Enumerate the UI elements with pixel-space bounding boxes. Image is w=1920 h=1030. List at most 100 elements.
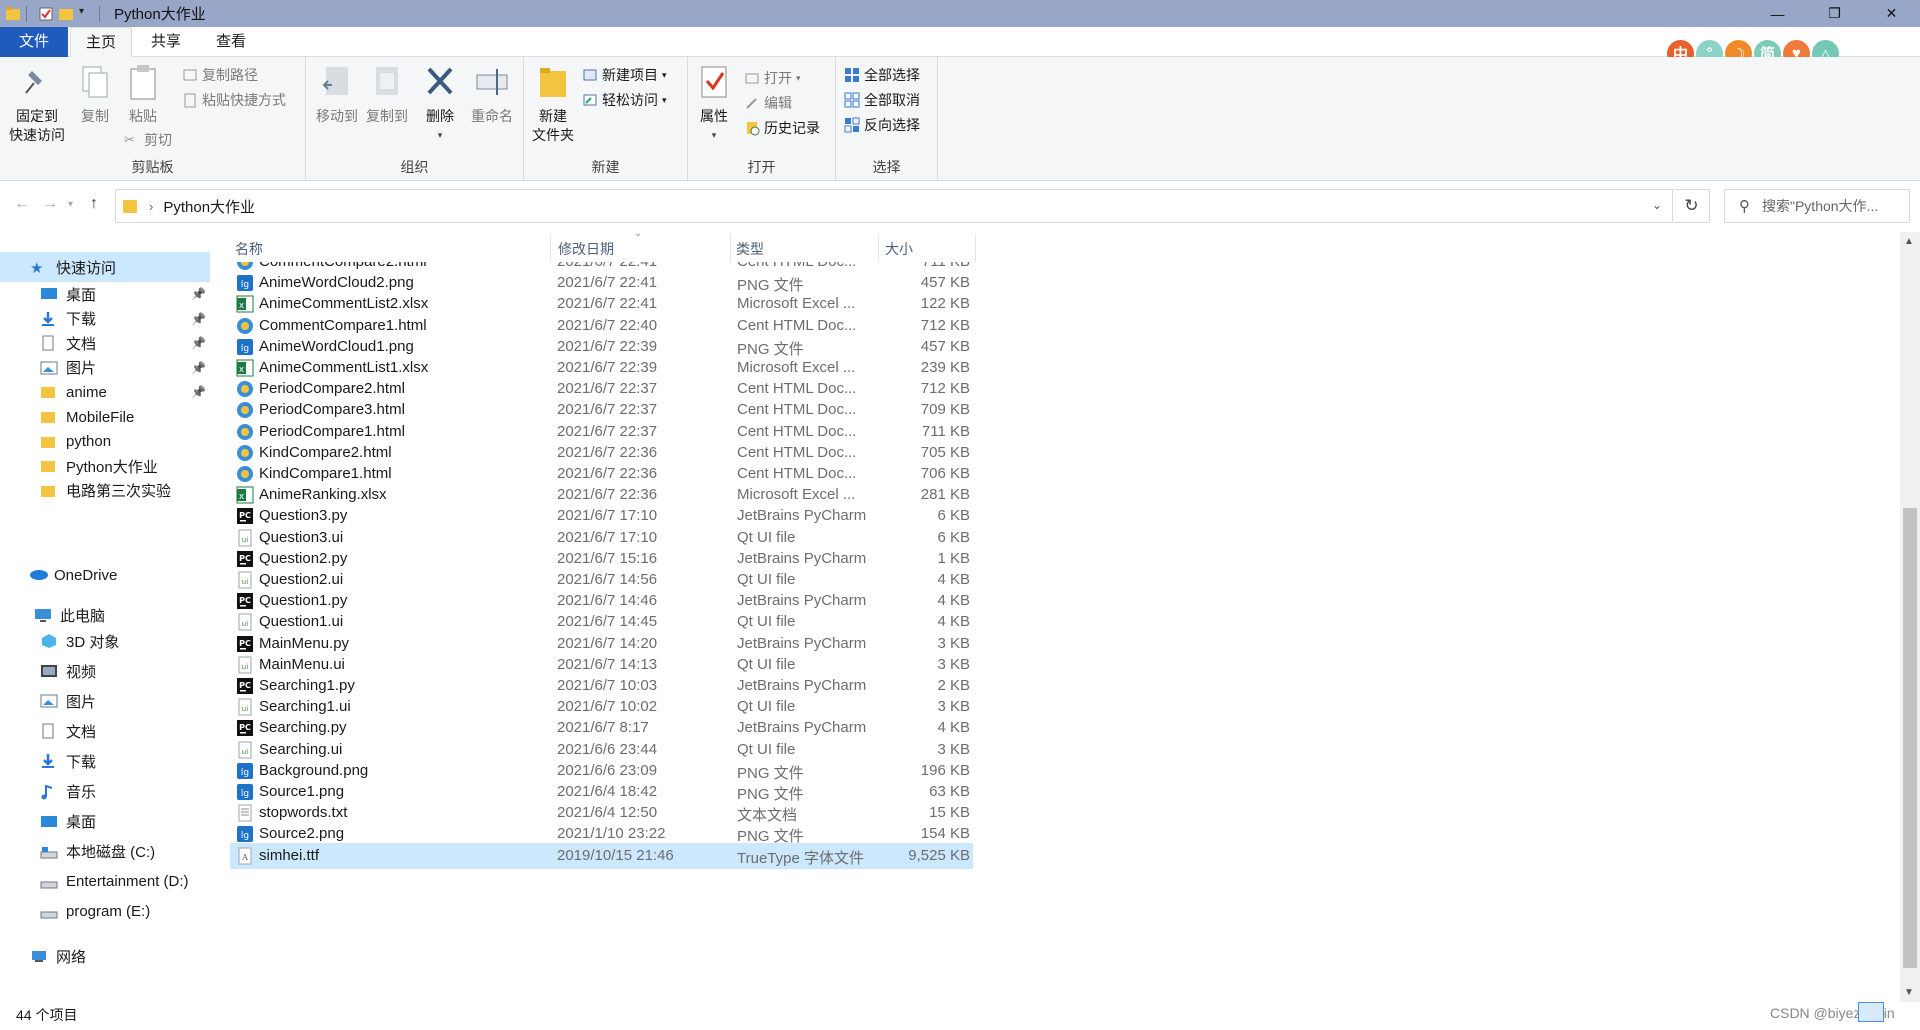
pin-icon[interactable]: 📌 [191,336,206,350]
column-name[interactable]: 名称 [235,239,263,259]
forward-icon[interactable]: → [42,195,58,213]
html-file-icon [236,380,254,398]
vertical-scrollbar[interactable]: ▲ ▼ [1900,232,1920,1002]
nav-item-videos[interactable]: 视频 [0,656,210,686]
invert-selection-button[interactable]: 反向选择 [844,114,920,136]
nav-onedrive[interactable]: OneDrive [0,560,210,590]
new-folder-button[interactable]: 新建 文件夹 [530,63,576,145]
properties-icon [697,63,731,101]
pin-icon[interactable]: 📌 [191,287,206,301]
paste-button[interactable]: 粘贴 [122,63,164,126]
file-date: 2021/6/7 22:41 [557,262,657,270]
close-button[interactable]: ✕ [1863,0,1920,27]
copy-path-button[interactable]: 复制路径 [182,64,258,86]
file-name: Source1.png [259,783,345,800]
file-date: 2021/6/7 22:37 [557,401,658,419]
new-item-button[interactable]: 新建项目 ▾ [582,64,667,86]
properties-dropdown-icon[interactable]: ▾ [694,126,734,145]
html-file-icon [236,317,254,335]
edit-button[interactable]: 编辑 [744,92,792,114]
column-divider[interactable] [730,234,731,262]
nav-item-documents[interactable]: 文档 [0,716,210,746]
select-none-label: 全部取消 [864,92,920,108]
delete-dropdown-icon[interactable]: ▾ [420,126,460,145]
nav-item-pictures[interactable]: 图片 [0,686,210,716]
nav-item-program-e[interactable]: program (E:) [0,897,210,927]
customize-quick-access-icon[interactable]: ▾ [79,6,93,22]
file-name: AnimeRanking.xlsx [259,486,387,504]
scissors-icon: ✂ [124,132,135,147]
pin-icon[interactable]: 📌 [191,312,206,326]
file-name: AnimeCommentList1.xlsx [259,359,429,376]
open-button[interactable]: 打开 ▾ [744,67,801,89]
delete-icon [423,63,457,101]
new-folder-icon[interactable] [59,6,73,22]
pin-icon [20,63,54,101]
drive-icon [40,874,58,890]
pin-to-quick-access-button[interactable]: 固定到 快速访问 [6,63,68,145]
copy-button[interactable]: 复制 [74,63,116,126]
refresh-button[interactable]: ↻ [1674,189,1710,223]
nav-item-desktop[interactable]: 桌面 [0,807,210,837]
column-type[interactable]: 类型 [736,239,764,259]
delete-button[interactable]: 删除 ▾ [420,63,460,145]
music-icon [40,784,58,800]
column-divider[interactable] [878,234,879,262]
nav-item-downloads[interactable]: 下载 [0,746,210,776]
easy-access-button[interactable]: 轻松访问 ▾ [582,89,667,111]
file-size: 706 KB [920,465,970,482]
nav-label: anime [66,383,107,401]
scroll-down-icon[interactable]: ▼ [1904,987,1914,998]
paste-shortcut-button[interactable]: 粘贴快捷方式 [182,89,286,111]
maximize-button[interactable]: ❐ [1806,0,1863,27]
properties-button[interactable]: 属性 ▾ [694,63,734,145]
tab-view[interactable]: 查看 [205,27,257,57]
up-icon[interactable]: ↑ [90,195,98,213]
history-button[interactable]: 历史记录 [744,117,820,139]
nav-network[interactable]: 网络 [0,941,210,971]
rename-label: 重命名 [471,108,513,124]
back-icon[interactable]: ← [14,195,30,213]
tab-home[interactable]: 主页 [70,27,132,58]
details-view-icon[interactable] [1858,1002,1884,1022]
tab-share[interactable]: 共享 [140,27,192,57]
minimize-button[interactable]: — [1749,0,1806,27]
column-size[interactable]: 大小 [885,239,913,259]
properties-icon[interactable] [39,6,53,22]
pin-icon[interactable]: 📌 [191,361,206,375]
column-divider[interactable] [550,234,551,262]
column-date[interactable]: 修改日期 [558,239,614,259]
move-to-button[interactable]: 移动到 [312,63,362,126]
breadcrumb[interactable]: Python大作业 [163,196,255,217]
nav-label: 此电脑 [60,607,106,625]
file-type: Qt UI file [737,698,796,716]
nav-item-folder[interactable]: 电路第三次实验 [0,476,210,506]
tab-file[interactable]: 文件 [0,27,68,57]
nav-quick-access[interactable]: ★ 快速访问 [0,252,210,282]
pin-icon[interactable]: 📌 [191,385,206,399]
nav-item-music[interactable]: 音乐 [0,777,210,807]
search-input[interactable]: ⚲ 搜索"Python大作... [1724,189,1910,223]
nav-item-entertainment-d[interactable]: Entertainment (D:) [0,867,210,897]
chevron-down-icon[interactable]: ⌄ [1652,198,1662,212]
recent-locations-icon[interactable]: ▾ [68,199,73,210]
cut-button[interactable]: ✂ 剪切 [124,129,172,151]
nav-item-3d-objects[interactable]: 3D 对象 [0,626,210,656]
column-divider[interactable] [975,234,976,262]
file-row[interactable]: Asimhei.ttf 2019/10/15 21:46 TrueType 字体文件… [230,842,973,869]
scroll-up-icon[interactable]: ▲ [1904,236,1914,247]
nav-item-c[interactable]: 本地磁盘 (C:) [0,837,210,867]
address-bar[interactable]: › Python大作业 ⌄ [115,189,1673,223]
scrollbar-thumb[interactable] [1903,508,1917,968]
rename-button[interactable]: 重命名 [466,63,518,126]
edit-label: 编辑 [764,95,792,111]
file-name: KindCompare2.html [259,443,392,461]
svg-text:ui: ui [242,578,248,586]
select-none-button[interactable]: 全部取消 [844,89,920,111]
pin-label-2: 快速访问 [9,127,65,143]
file-list: CommentCompare2.html2021/6/7 22:41Cent H… [230,262,975,1004]
file-date: 2021/6/7 22:36 [557,465,658,482]
chevron-right-icon[interactable]: › [149,199,153,214]
select-all-button[interactable]: 全部选择 [844,64,920,86]
copy-to-button[interactable]: 复制到 [362,63,412,126]
